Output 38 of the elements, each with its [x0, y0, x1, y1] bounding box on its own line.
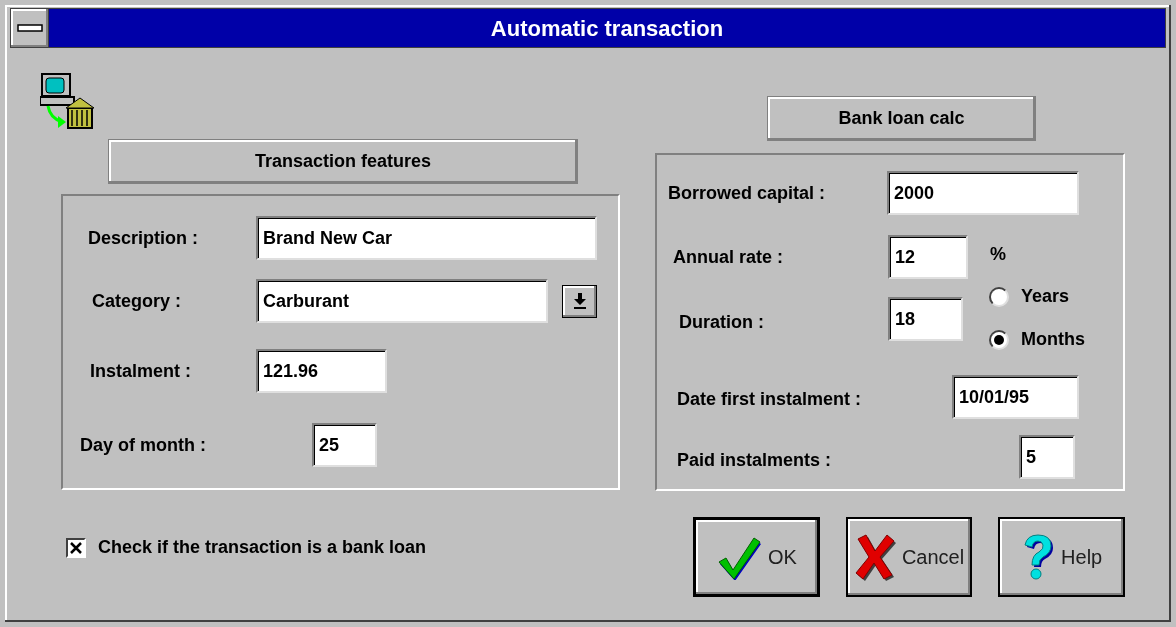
input-field[interactable]: Carburant [256, 279, 548, 323]
field-label: Description : [88, 226, 199, 250]
radio-button[interactable] [989, 329, 1009, 350]
dialog-button[interactable]: Help [998, 517, 1125, 597]
checkbox-label: Check if the transaction is a bank loan [98, 536, 427, 559]
cross-icon [853, 533, 896, 581]
dialog-button[interactable]: OK [693, 517, 820, 597]
input-field[interactable]: 10/01/95 [952, 375, 1079, 419]
field-label: Annual rate : [673, 245, 784, 269]
field-label: Date first instalment : [677, 387, 863, 411]
radio-label: Months [1021, 328, 1085, 351]
input-field[interactable]: Brand New Car [256, 216, 597, 260]
field-label: Paid instalments : [677, 448, 833, 472]
system-menu-button[interactable] [11, 9, 49, 47]
dropdown-button[interactable] [562, 284, 597, 318]
section-heading: Transaction features [108, 139, 578, 184]
minus-icon [16, 24, 43, 32]
input-field[interactable]: 25 [312, 423, 377, 467]
input-field[interactable]: 18 [888, 297, 963, 341]
input-field[interactable]: 121.96 [256, 349, 387, 393]
arrow-down-icon [571, 292, 588, 310]
radio-button[interactable] [989, 286, 1009, 307]
unit-label: % [990, 242, 1006, 266]
checkbox[interactable] [66, 537, 86, 558]
window-title: Automatic transaction [490, 14, 724, 43]
cross-mark-icon [70, 541, 82, 554]
question-mark-icon [1021, 533, 1056, 581]
field-label: Day of month : [80, 433, 207, 457]
field-label: Category : [92, 289, 182, 313]
section-heading: Bank loan calc [767, 96, 1036, 141]
input-field[interactable]: 2000 [887, 171, 1079, 215]
field-label: Instalment : [90, 359, 192, 383]
input-field[interactable]: 5 [1019, 435, 1075, 479]
input-field[interactable]: 12 [888, 235, 968, 279]
dialog-button[interactable]: Cancel [845, 517, 973, 597]
field-label: Borrowed capital : [668, 181, 827, 205]
radio-label: Years [1021, 285, 1070, 308]
field-label: Duration : [679, 310, 765, 334]
